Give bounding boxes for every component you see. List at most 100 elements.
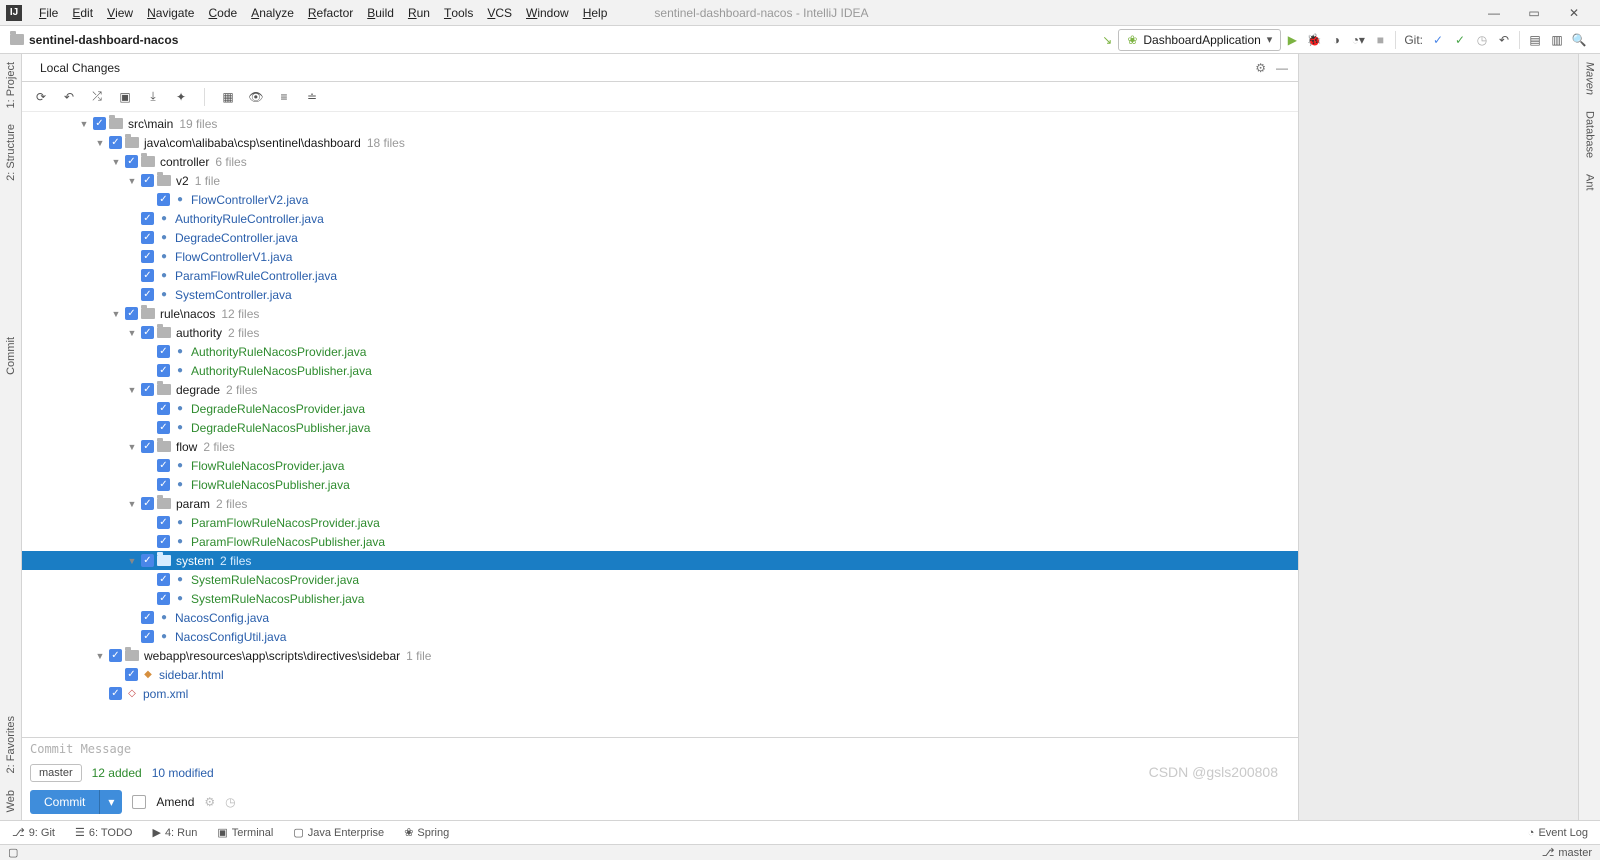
- expander-icon[interactable]: ▼: [94, 651, 106, 661]
- tool-terminal-tab[interactable]: ▣ Terminal: [217, 826, 273, 839]
- tree-folder[interactable]: ▼degrade2 files: [22, 380, 1298, 399]
- run-button[interactable]: ▶: [1281, 29, 1303, 51]
- expander-icon[interactable]: ▼: [126, 442, 138, 452]
- tree-checkbox[interactable]: [157, 592, 170, 605]
- menu-navigate[interactable]: Navigate: [140, 0, 201, 25]
- tree-file[interactable]: ●NacosConfigUtil.java: [22, 627, 1298, 646]
- tree-checkbox[interactable]: [157, 573, 170, 586]
- tool-run-tab[interactable]: ▶ 4: Run: [152, 826, 197, 839]
- refresh-icon[interactable]: ⟳: [32, 88, 50, 106]
- preview-icon[interactable]: 👁: [247, 88, 265, 106]
- tool-spring-tab[interactable]: ❀ Spring: [404, 826, 449, 839]
- tree-file[interactable]: ●ParamFlowRuleNacosProvider.java: [22, 513, 1298, 532]
- menu-window[interactable]: Window: [519, 0, 576, 25]
- tree-checkbox[interactable]: [141, 288, 154, 301]
- tree-file[interactable]: ◆sidebar.html: [22, 665, 1298, 684]
- tool-structure-tab[interactable]: 2: Structure: [5, 116, 17, 189]
- menu-build[interactable]: Build: [360, 0, 401, 25]
- tool-commit-tab[interactable]: Commit: [5, 329, 17, 383]
- tree-checkbox[interactable]: [109, 649, 122, 662]
- group-icon[interactable]: ▦: [219, 88, 237, 106]
- tree-file[interactable]: ●AuthorityRuleNacosPublisher.java: [22, 361, 1298, 380]
- expander-icon[interactable]: ▼: [126, 385, 138, 395]
- tree-checkbox[interactable]: [157, 535, 170, 548]
- expander-icon[interactable]: ▼: [126, 176, 138, 186]
- menu-code[interactable]: Code: [201, 0, 244, 25]
- tree-checkbox[interactable]: [141, 554, 154, 567]
- tree-checkbox[interactable]: [141, 611, 154, 624]
- git-history-button[interactable]: ◷: [1471, 29, 1493, 51]
- event-log-tab[interactable]: ◔ Event Log: [1528, 827, 1588, 839]
- coverage-button[interactable]: ◑: [1325, 29, 1347, 51]
- minimize-button[interactable]: —: [1474, 0, 1514, 26]
- tree-checkbox[interactable]: [141, 440, 154, 453]
- panel-hide-icon[interactable]: —: [1276, 61, 1288, 75]
- tree-checkbox[interactable]: [109, 687, 122, 700]
- tree-checkbox[interactable]: [157, 193, 170, 206]
- breadcrumb[interactable]: sentinel-dashboard-nacos: [10, 33, 178, 47]
- commit-history-icon[interactable]: ◷: [225, 795, 235, 809]
- menu-help[interactable]: Help: [576, 0, 615, 25]
- unshelve-icon[interactable]: ✦: [172, 88, 190, 106]
- expander-icon[interactable]: ▼: [110, 157, 122, 167]
- rollback-icon[interactable]: ↶: [60, 88, 78, 106]
- tree-file[interactable]: ●FlowRuleNacosProvider.java: [22, 456, 1298, 475]
- changes-tree[interactable]: ▼src\main19 files▼java\com\alibaba\csp\s…: [22, 112, 1298, 737]
- tree-checkbox[interactable]: [157, 478, 170, 491]
- tool-web-tab[interactable]: Web: [5, 782, 17, 820]
- tree-file[interactable]: ●DegradeRuleNacosPublisher.java: [22, 418, 1298, 437]
- panel-settings-icon[interactable]: ⚙: [1255, 61, 1266, 75]
- tree-folder[interactable]: ▼java\com\alibaba\csp\sentinel\dashboard…: [22, 133, 1298, 152]
- commit-dropdown-icon[interactable]: ▾: [99, 790, 122, 814]
- tool-database-tab[interactable]: Database: [1584, 103, 1596, 166]
- tree-checkbox[interactable]: [157, 345, 170, 358]
- commit-button[interactable]: Commit ▾: [30, 790, 122, 814]
- profile-button[interactable]: ◔▾: [1347, 29, 1369, 51]
- search-everywhere-button[interactable]: 🔍: [1568, 29, 1590, 51]
- ide-settings-button[interactable]: ▤: [1524, 29, 1546, 51]
- tree-checkbox[interactable]: [141, 630, 154, 643]
- tree-checkbox[interactable]: [125, 155, 138, 168]
- debug-button[interactable]: 🐞: [1303, 29, 1325, 51]
- menu-edit[interactable]: Edit: [65, 0, 100, 25]
- build-button[interactable]: ↘: [1096, 29, 1118, 51]
- close-button[interactable]: ✕: [1554, 0, 1594, 26]
- tool-project-tab[interactable]: 1: Project: [5, 54, 17, 116]
- tree-file[interactable]: ●ParamFlowRuleController.java: [22, 266, 1298, 285]
- changelist-icon[interactable]: ▣: [116, 88, 134, 106]
- tree-file[interactable]: ●AuthorityRuleNacosProvider.java: [22, 342, 1298, 361]
- menu-view[interactable]: View: [100, 0, 140, 25]
- maximize-button[interactable]: ▭: [1514, 0, 1554, 26]
- git-commit-button[interactable]: ✓: [1449, 29, 1471, 51]
- tree-folder[interactable]: ▼authority2 files: [22, 323, 1298, 342]
- tree-checkbox[interactable]: [157, 459, 170, 472]
- expander-icon[interactable]: ▼: [110, 309, 122, 319]
- tree-checkbox[interactable]: [157, 364, 170, 377]
- expander-icon[interactable]: ▼: [126, 556, 138, 566]
- tree-checkbox[interactable]: [141, 231, 154, 244]
- tree-folder[interactable]: ▼v21 file: [22, 171, 1298, 190]
- tool-maven-tab[interactable]: Maven: [1584, 54, 1596, 103]
- tree-checkbox[interactable]: [141, 497, 154, 510]
- menu-analyze[interactable]: Analyze: [244, 0, 301, 25]
- expander-icon[interactable]: ▼: [94, 138, 106, 148]
- status-left-icon[interactable]: ▢: [8, 846, 18, 859]
- shelve-icon[interactable]: ⤓: [144, 88, 162, 106]
- tree-checkbox[interactable]: [93, 117, 106, 130]
- tool-todo-tab[interactable]: ☰ 6: TODO: [75, 826, 132, 839]
- git-revert-button[interactable]: ↶: [1493, 29, 1515, 51]
- collapse-icon[interactable]: ≐: [303, 88, 321, 106]
- local-changes-tab[interactable]: Local Changes: [30, 61, 130, 75]
- tree-folder[interactable]: ▼controller6 files: [22, 152, 1298, 171]
- tree-checkbox[interactable]: [157, 516, 170, 529]
- tree-folder[interactable]: ▼rule\nacos12 files: [22, 304, 1298, 323]
- tree-checkbox[interactable]: [141, 212, 154, 225]
- tree-folder[interactable]: ▼webapp\resources\app\scripts\directives…: [22, 646, 1298, 665]
- tree-checkbox[interactable]: [157, 421, 170, 434]
- commit-branch[interactable]: master: [30, 764, 82, 782]
- status-branch[interactable]: master: [1558, 847, 1592, 859]
- tree-file[interactable]: ●FlowRuleNacosPublisher.java: [22, 475, 1298, 494]
- ide-structure-button[interactable]: ▥: [1546, 29, 1568, 51]
- tool-ant-tab[interactable]: Ant: [1584, 166, 1596, 199]
- tree-checkbox[interactable]: [125, 307, 138, 320]
